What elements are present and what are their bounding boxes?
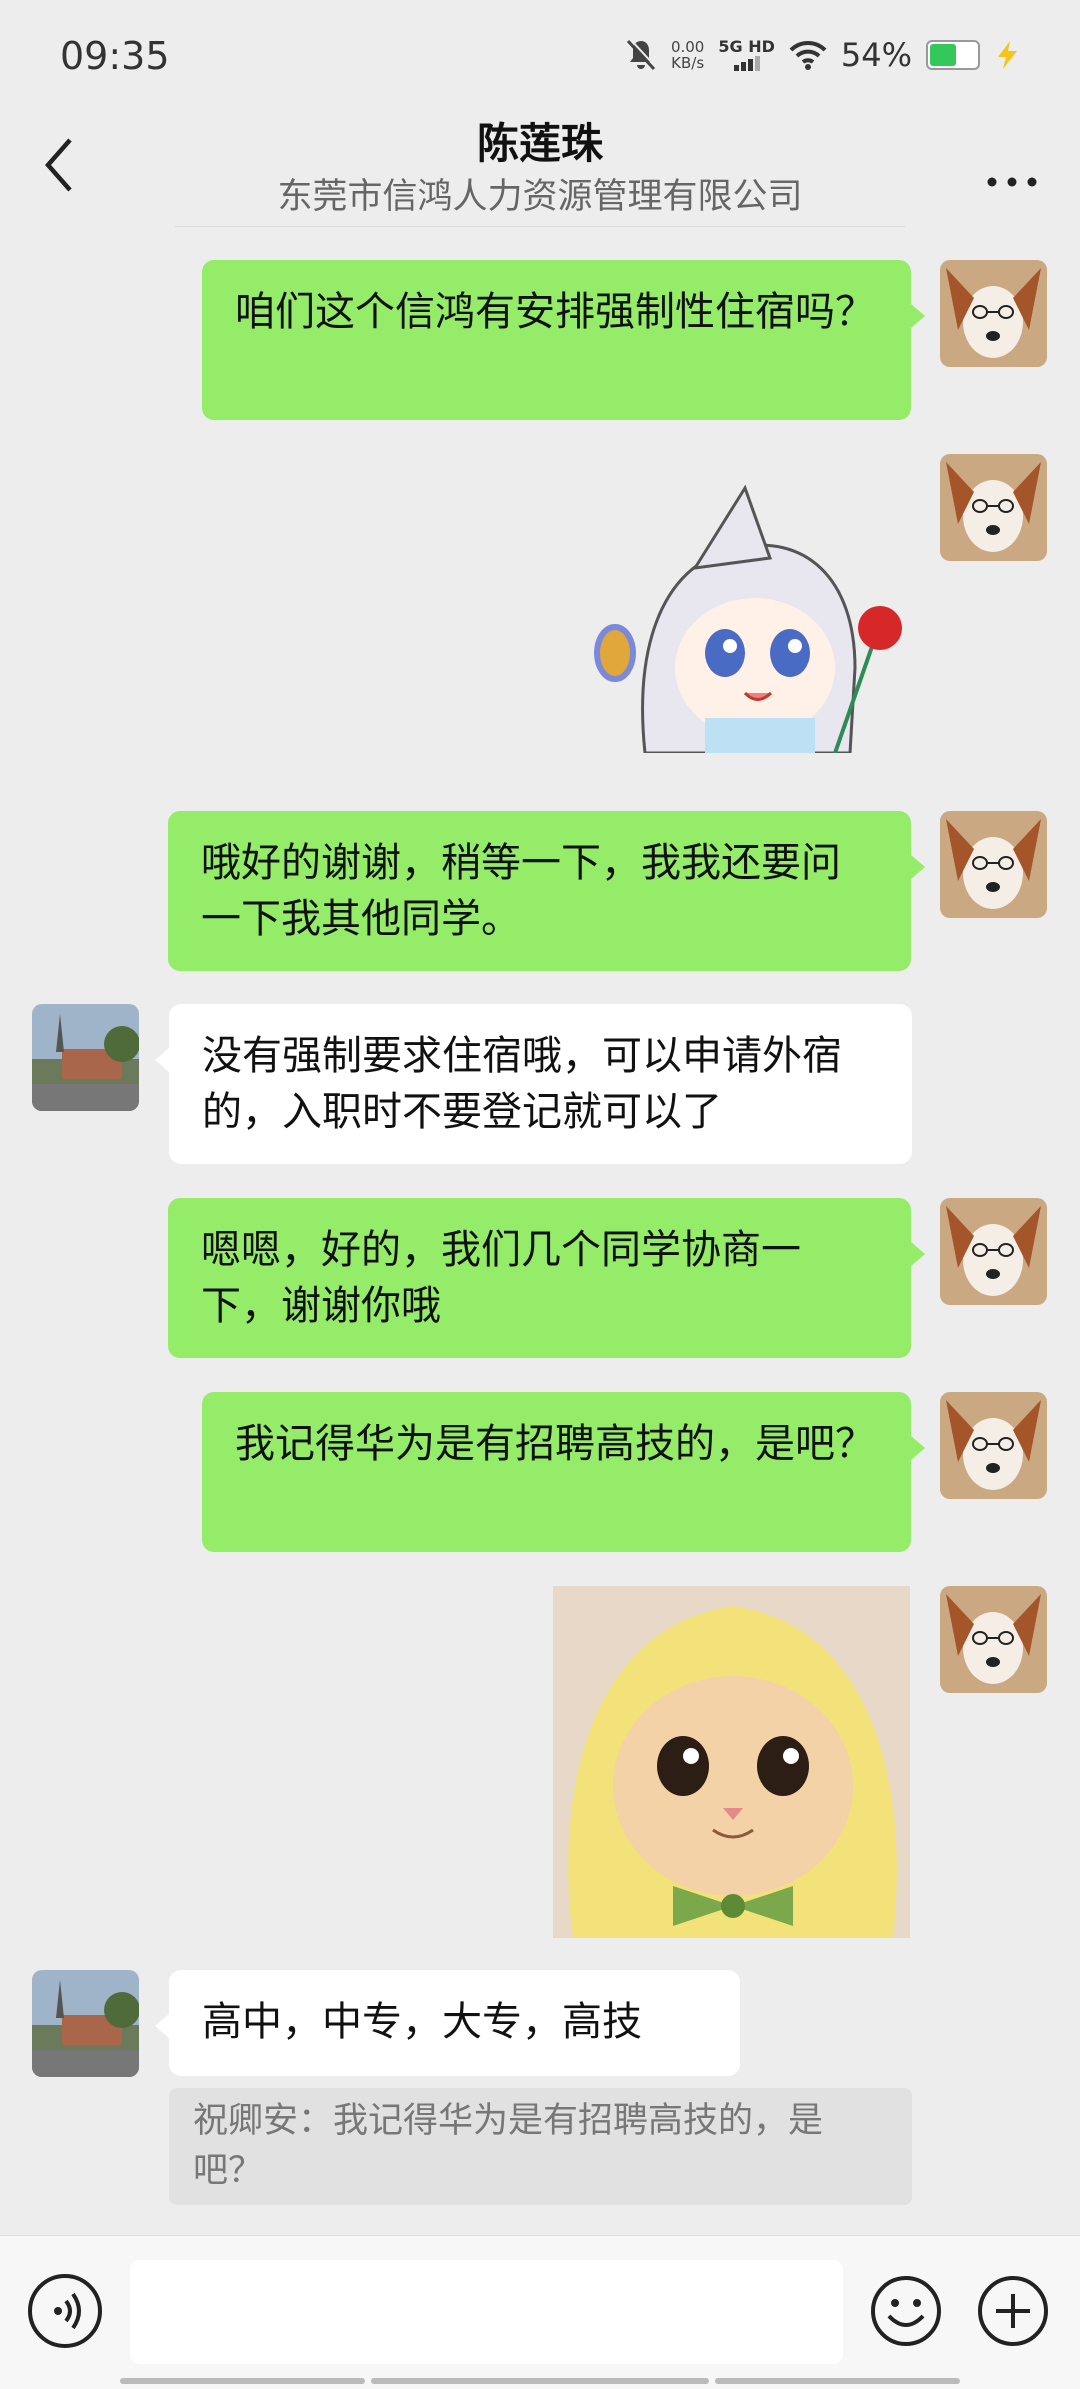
message-bubble[interactable]: 高中，中专，大专，高技 <box>155 1970 740 2076</box>
message-bubble[interactable]: 咱们这个信鸿有安排强制性住宿吗？ <box>202 260 925 420</box>
chat-header: 陈莲珠 东莞市信鸿人力资源管理有限公司 <box>0 110 1080 230</box>
dog-avatar-icon <box>940 1198 1047 1305</box>
home-indicator-segment <box>120 2378 365 2384</box>
avatar[interactable] <box>940 811 1047 918</box>
charging-bolt-icon <box>998 41 1017 69</box>
anime-girl-rose-sticker[interactable] <box>585 478 915 755</box>
anime-girl-sticker-icon <box>594 484 902 755</box>
battery-icon <box>926 40 980 70</box>
avatar[interactable] <box>32 1970 139 2077</box>
chat-title: 陈莲珠 <box>476 119 603 168</box>
voice-button[interactable] <box>28 2274 102 2348</box>
avatar[interactable] <box>940 1198 1047 1305</box>
signal-icon <box>733 56 760 71</box>
message-input[interactable] <box>130 2260 843 2364</box>
home-indicator-segment <box>371 2378 709 2384</box>
signal-block: 5G HD <box>718 39 775 71</box>
avatar[interactable] <box>940 1392 1047 1499</box>
wifi-icon <box>789 40 827 70</box>
building-photo-avatar-icon <box>32 1970 139 2077</box>
message-text: 咱们这个信鸿有安排强制性住宿吗？ <box>235 289 875 335</box>
message-text: 高中，中专，大专，高技 <box>202 1999 642 2045</box>
quoted-message[interactable]: 祝卿安：我记得华为是有招聘高技的，是吧？ <box>169 2088 912 2205</box>
home-indicator-segment <box>715 2378 960 2384</box>
dog-avatar-icon <box>940 260 1047 367</box>
message-bubble[interactable]: 没有强制要求住宿哦，可以申请外宿的，入职时不要登记就可以了 <box>155 1004 912 1164</box>
status-indicators: 0.00 KB/s 5G HD 54% <box>625 36 1020 74</box>
dog-avatar-icon <box>940 454 1047 561</box>
status-time: 09:35 <box>60 34 170 78</box>
smiley-icon[interactable] <box>869 2274 943 2348</box>
plus-icon[interactable] <box>976 2274 1050 2348</box>
network-speed-unit: KB/s <box>671 54 705 72</box>
home-indicator <box>120 2378 960 2384</box>
message-bubble[interactable]: 我记得华为是有招聘高技的，是吧？ <box>202 1392 925 1552</box>
building-photo-avatar-icon <box>32 1004 139 1111</box>
message-text: 我记得华为是有招聘高技的，是吧？ <box>235 1421 875 1467</box>
message-bubble[interactable]: 哦好的谢谢，稍等一下，我我还要问一下我其他同学。 <box>168 811 925 971</box>
dog-avatar-icon <box>940 1586 1047 1693</box>
network-speed-value: 0.00 <box>670 38 705 56</box>
avatar[interactable] <box>32 1004 139 1111</box>
message-text: 哦好的谢谢，稍等一下，我我还要问一下我其他同学。 <box>201 840 841 942</box>
avatar[interactable] <box>940 454 1047 561</box>
message-text: 没有强制要求住宿哦，可以申请外宿的，入职时不要登记就可以了 <box>202 1033 842 1135</box>
battery-fill <box>930 44 956 66</box>
dog-avatar-icon <box>940 811 1047 918</box>
status-bar: 09:35 0.00 KB/s 5G HD 54% <box>0 0 1080 110</box>
avatar[interactable] <box>940 1586 1047 1693</box>
mute-bell-icon <box>626 38 657 71</box>
avatar[interactable] <box>940 260 1047 367</box>
battery-percent: 54% <box>840 36 912 74</box>
quoted-text: 祝卿安：我记得华为是有招聘高技的，是吧？ <box>193 2101 824 2191</box>
dog-avatar-icon <box>940 1392 1047 1499</box>
cat-sticker-icon <box>553 1586 910 1938</box>
voice-icon <box>54 2292 81 2330</box>
message-text: 嗯嗯，好的，我们几个同学协商一下，谢谢你哦 <box>201 1227 801 1329</box>
network-type: 5G HD <box>718 37 775 56</box>
message-bubble[interactable]: 嗯嗯，好的，我们几个同学协商一下，谢谢你哦 <box>168 1198 925 1358</box>
header-divider <box>175 226 905 227</box>
chat-subtitle: 东莞市信鸿人力资源管理有限公司 <box>277 177 803 217</box>
more-dots-icon[interactable] <box>982 132 1042 192</box>
input-bar <box>0 2235 1080 2389</box>
network-speed: 0.00 KB/s <box>671 39 704 71</box>
cat-in-banana-hat-sticker[interactable] <box>553 1586 910 1938</box>
